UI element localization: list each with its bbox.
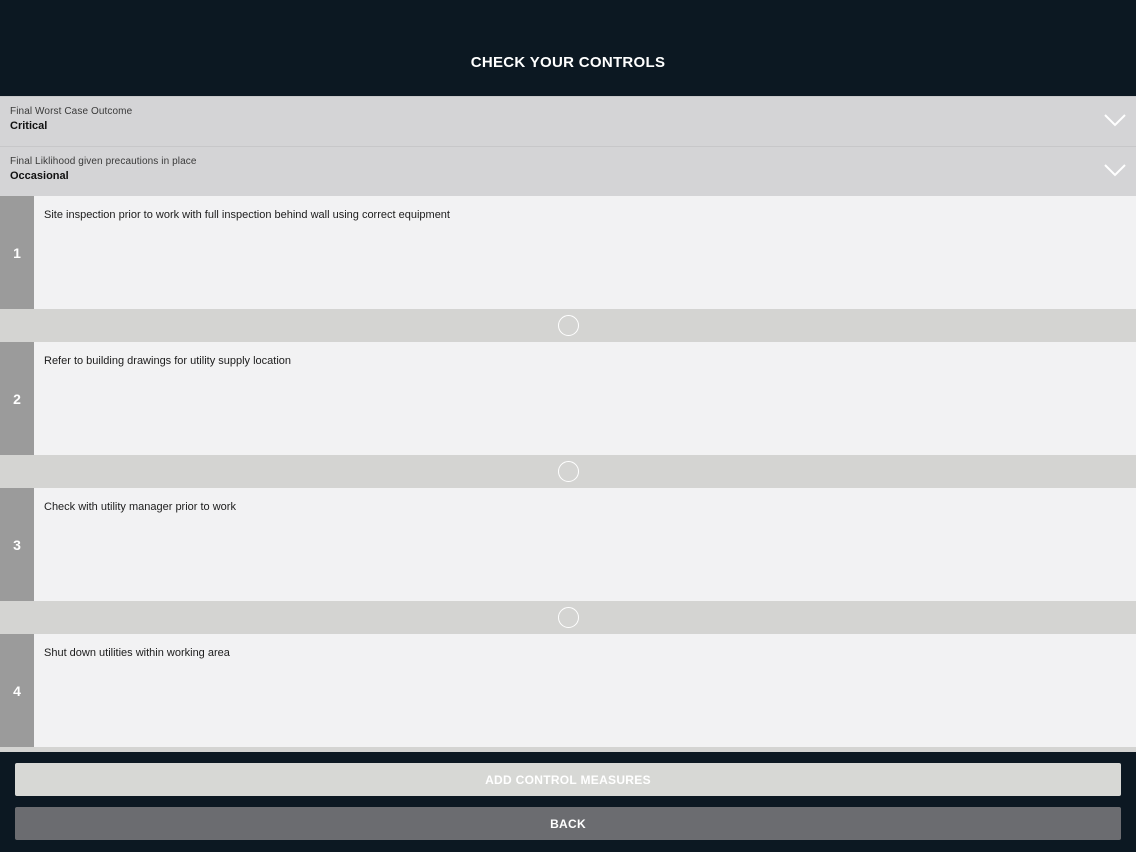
control-measure-text[interactable]: Check with utility manager prior to work	[34, 488, 1136, 601]
row-divider	[0, 601, 1136, 634]
add-between-circle-icon[interactable]	[557, 607, 579, 628]
likelihood-select[interactable]: Final Liklihood given precautions in pla…	[0, 146, 1136, 196]
footer-bar: ADD CONTROL MEASURES BACK	[0, 752, 1136, 852]
page-title: CHECK YOUR CONTROLS	[470, 53, 666, 71]
control-measure-text[interactable]: Site inspection prior to work with full …	[34, 196, 1136, 309]
controls-list[interactable]: Final Worst Case Outcome Critical Final …	[0, 96, 1136, 752]
chevron-down-icon[interactable]	[1104, 163, 1126, 177]
add-between-circle-icon[interactable]	[557, 461, 579, 482]
add-between-circle-icon[interactable]	[557, 315, 579, 336]
worst-case-outcome-label: Final Worst Case Outcome	[10, 106, 133, 117]
control-measure-number: 2	[0, 342, 34, 455]
control-measure-text[interactable]: Refer to building drawings for utility s…	[34, 342, 1136, 455]
worst-case-outcome-select[interactable]: Final Worst Case Outcome Critical	[0, 96, 1136, 146]
back-button[interactable]: BACK	[15, 807, 1121, 840]
control-measure-row[interactable]: 2 Refer to building drawings for utility…	[0, 342, 1136, 455]
row-divider	[0, 455, 1136, 488]
control-measure-number: 4	[0, 634, 34, 747]
control-measure-row[interactable]: 1 Site inspection prior to work with ful…	[0, 196, 1136, 309]
add-control-measures-button[interactable]: ADD CONTROL MEASURES	[15, 763, 1121, 796]
control-measure-number: 1	[0, 196, 34, 309]
row-divider	[0, 309, 1136, 342]
control-measure-text[interactable]: Shut down utilities within working area	[34, 634, 1136, 747]
control-measure-row[interactable]: 3 Check with utility manager prior to wo…	[0, 488, 1136, 601]
chevron-down-icon[interactable]	[1104, 113, 1126, 127]
control-measure-row[interactable]: 4 Shut down utilities within working are…	[0, 634, 1136, 747]
control-measure-number: 3	[0, 488, 34, 601]
top-bar: CHECK YOUR CONTROLS	[0, 0, 1136, 96]
likelihood-label: Final Liklihood given precautions in pla…	[10, 156, 197, 167]
worst-case-outcome-value: Critical	[10, 120, 48, 132]
likelihood-value: Occasional	[10, 170, 69, 182]
